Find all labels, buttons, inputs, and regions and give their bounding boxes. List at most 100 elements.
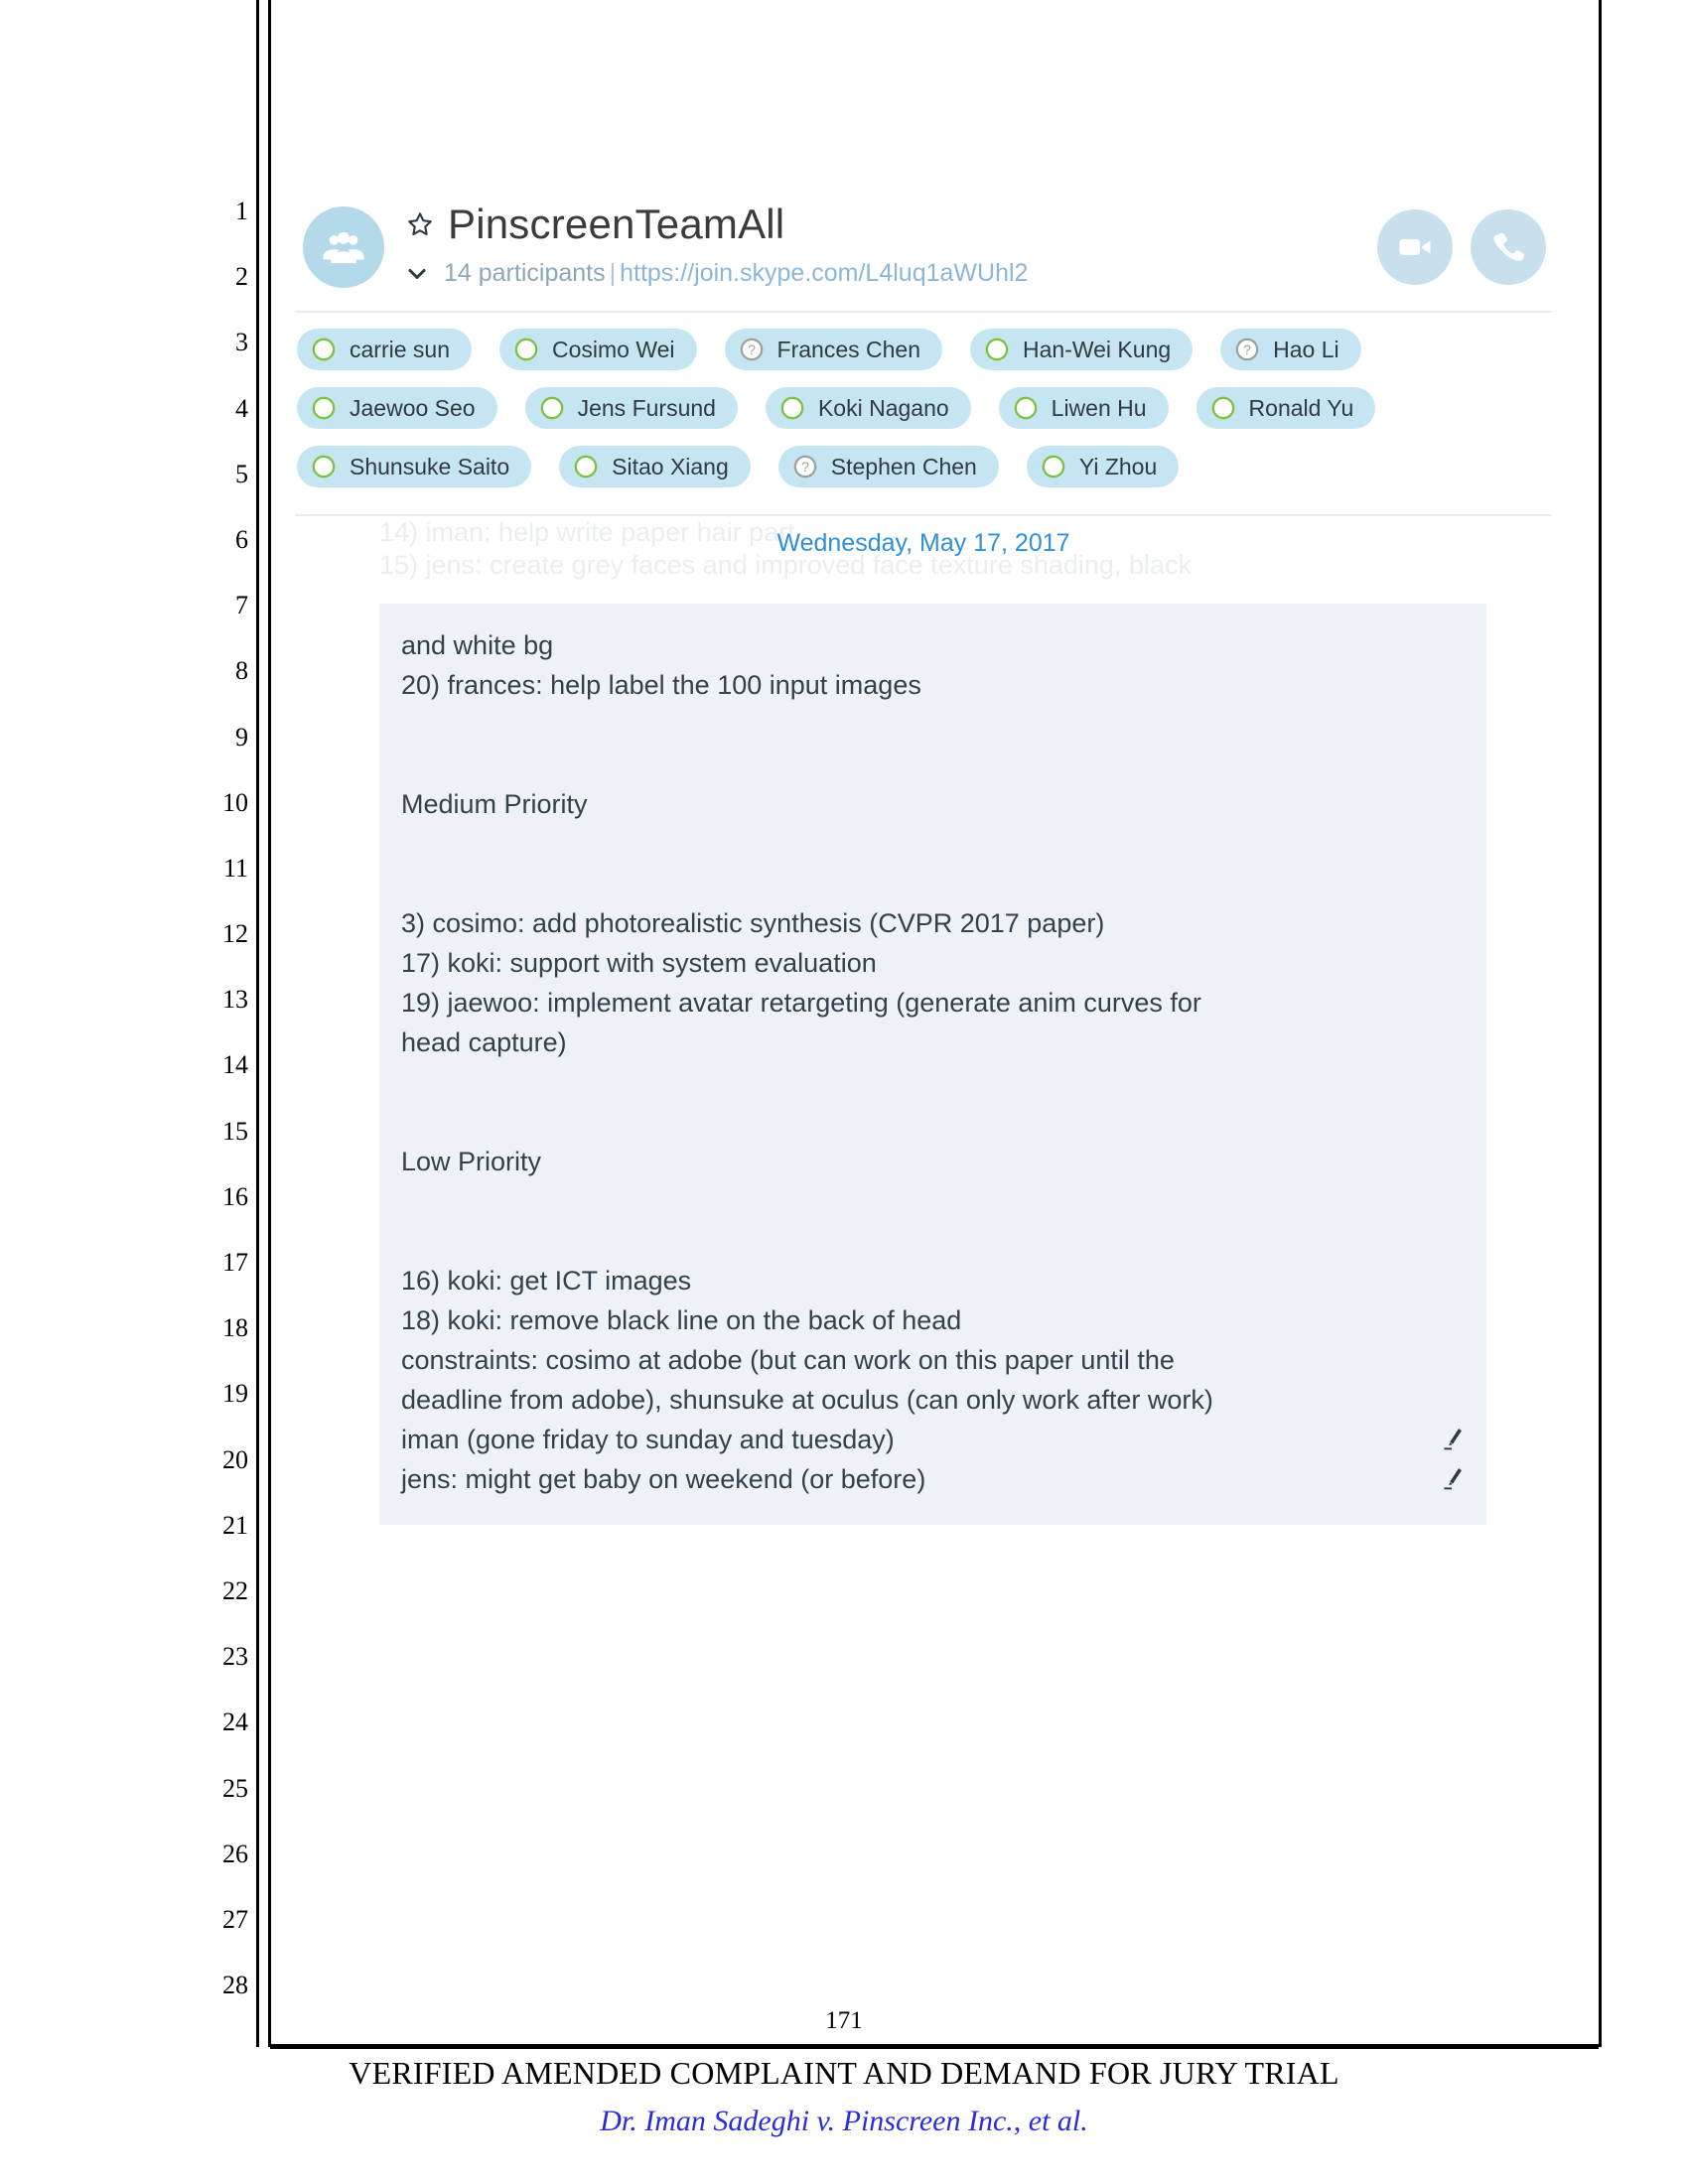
participants-count: 14 participants [444, 259, 606, 288]
faded-history-zone: 14) iman: help write paper hair part 15)… [283, 516, 1564, 604]
line-number: 7 [235, 591, 248, 620]
page-title: PinscreenTeamAll [448, 201, 785, 247]
message-line: deadline from adobe), shunsuke at oculus… [401, 1385, 1213, 1415]
line-number: 1 [235, 197, 248, 225]
message-line: 16) koki: get ICT images [401, 1266, 692, 1296]
date-divider: Wednesday, May 17, 2017 [776, 529, 1070, 557]
chat-header-actions [1377, 209, 1546, 285]
participant-chip[interactable]: Shunsuke Saito [297, 446, 532, 487]
skype-chat-screenshot: PinscreenTeamAll 14 participants | https:/… [283, 184, 1564, 1525]
message-line: Low Priority [401, 1147, 542, 1176]
participant-name: Cosimo Wei [551, 336, 675, 362]
footer-rule [270, 2044, 1599, 2049]
message-line: jens: might get baby on weekend (or befo… [379, 1459, 1486, 1499]
circle-online-icon [1042, 455, 1065, 478]
line-number: 2 [235, 262, 248, 292]
message-line: Medium Priority [401, 789, 588, 819]
video-call-button[interactable] [1377, 209, 1453, 285]
subtitle-separator: | [609, 259, 617, 288]
participant-chip[interactable]: Yi Zhou [1026, 446, 1180, 487]
participant-name: Jaewoo Seo [350, 394, 476, 421]
circle-online-icon [780, 396, 804, 420]
line-number: 23 [222, 1642, 248, 1672]
chat-header: PinscreenTeamAll 14 participants | https:/… [283, 184, 1564, 313]
message-line: iman (gone friday to sunday and tuesday) [379, 1420, 1486, 1459]
line-number: 22 [222, 1575, 248, 1605]
line-number: 27 [222, 1904, 248, 1934]
line-number: 4 [235, 393, 248, 423]
line-number: 24 [222, 1707, 248, 1737]
circle-online-icon [574, 455, 598, 478]
line-number: 16 [222, 1181, 248, 1211]
message-line: 17) koki: support with system evaluation [401, 948, 877, 978]
svg-text:?: ? [801, 459, 809, 475]
edited-pencil-icon [1444, 1429, 1462, 1450]
participant-chip[interactable]: Ronald Yu [1196, 387, 1376, 429]
edited-pencil-icon [1444, 1468, 1462, 1490]
pleading-rule-outer [256, 0, 259, 2047]
participant-name: Jens Fursund [577, 394, 716, 421]
line-number: 12 [222, 919, 248, 949]
circle-online-icon [540, 396, 563, 420]
participant-name: Han-Wei Kung [1023, 336, 1172, 362]
footer-case-caption: Dr. Iman Sadeghi v. Pinscreen Inc., et a… [600, 2105, 1088, 2137]
line-number: 11 [222, 853, 248, 883]
line-number: 15 [222, 1116, 248, 1146]
participant-chip[interactable]: Sitao Xiang [559, 446, 751, 487]
line-number: 18 [222, 1313, 248, 1343]
participant-chip[interactable]: ? Stephen Chen [777, 446, 999, 487]
participant-chip[interactable]: ? Frances Chen [724, 329, 942, 370]
participant-chip[interactable]: Koki Nagano [765, 387, 971, 429]
participant-chip[interactable]: ? Hao Li [1220, 329, 1361, 370]
chat-header-text: PinscreenTeamAll 14 participants | https:/… [406, 201, 1028, 288]
participant-name: carrie sun [350, 336, 450, 362]
circle-online-icon [312, 338, 336, 361]
join-link[interactable]: https://join.skype.com/L4luq1aWUhl2 [620, 259, 1028, 287]
question-mark-icon: ? [1235, 338, 1259, 361]
chat-subtitle-row: 14 participants | https://join.skype.com/L… [406, 259, 1028, 288]
line-number: 3 [235, 328, 248, 357]
line-number: 6 [235, 524, 248, 554]
star-icon[interactable] [406, 210, 434, 238]
participant-chip[interactable]: Liwen Hu [998, 387, 1169, 429]
message-line: head capture) [401, 1027, 567, 1057]
circle-online-icon [1211, 396, 1234, 420]
svg-text:?: ? [1243, 341, 1251, 357]
participant-chip-row: Jaewoo Seo Jens Fursund Koki Nagano Liwen H… [297, 387, 1550, 429]
participant-name: Shunsuke Saito [350, 453, 510, 479]
message-line: 18) koki: remove black line on the back … [401, 1305, 962, 1335]
message-line: 20) frances: help label the 100 input im… [401, 670, 921, 700]
message-line: 19) jaewoo: implement avatar retargeting… [401, 988, 1201, 1018]
line-number: 25 [222, 1773, 248, 1803]
message-line: constraints: cosimo at adobe (but can wo… [401, 1345, 1175, 1375]
group-people-icon [303, 206, 384, 288]
footer-document-title: VERIFIED AMENDED COMPLAINT AND DEMAND FO… [349, 2055, 1339, 2091]
message-line: 3) cosimo: add photorealistic synthesis … [401, 908, 1105, 938]
video-camera-icon [1399, 239, 1431, 255]
participant-chip[interactable]: Jaewoo Seo [297, 387, 497, 429]
participant-name: Liwen Hu [1051, 394, 1147, 421]
audio-call-button[interactable] [1471, 209, 1546, 285]
line-number: 8 [235, 656, 248, 686]
circle-online-icon [985, 338, 1009, 361]
chevron-down-icon[interactable] [406, 267, 428, 281]
chat-message-bubble[interactable]: and white bg 20) frances: help label the … [379, 604, 1486, 1525]
participant-chip[interactable]: Cosimo Wei [498, 329, 697, 370]
participant-chip-row: carrie sun Cosimo Wei ? Frances Chen Han-Wei… [297, 329, 1550, 370]
participants-bar: carrie sun Cosimo Wei ? Frances Chen Han-Wei… [283, 313, 1564, 516]
circle-online-icon [1014, 396, 1037, 420]
circle-online-icon [514, 338, 538, 361]
line-number: 10 [222, 787, 248, 817]
participant-chip-row: Shunsuke Saito Sitao Xiang ? Stephen Chen Yi… [297, 446, 1550, 487]
line-number: 9 [235, 722, 248, 751]
circle-online-icon [312, 455, 336, 478]
participant-chip[interactable]: Han-Wei Kung [970, 329, 1194, 370]
chat-title-row: PinscreenTeamAll [406, 201, 1028, 247]
participant-chip[interactable]: carrie sun [297, 329, 472, 370]
participant-chip[interactable]: Jens Fursund [524, 387, 738, 429]
participant-name: Ronald Yu [1248, 394, 1354, 421]
line-number: 26 [222, 1839, 248, 1868]
